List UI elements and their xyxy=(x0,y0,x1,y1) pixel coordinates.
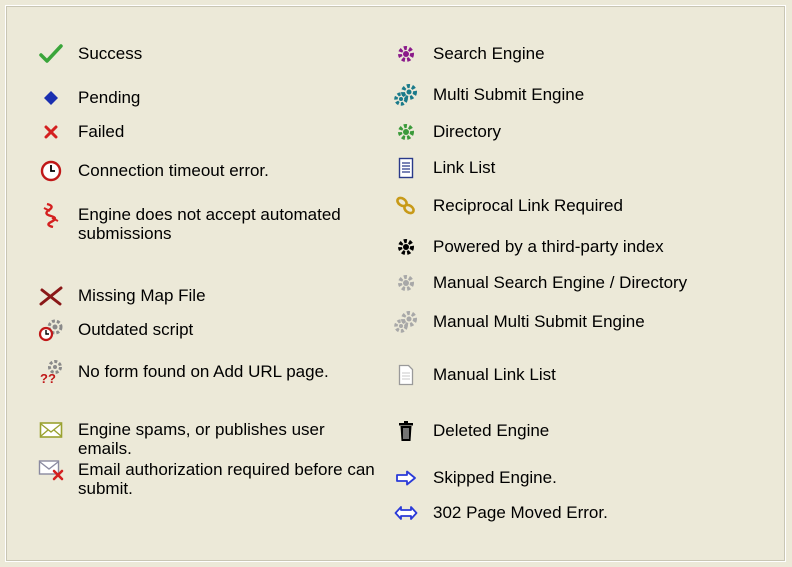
legend-label: Engine does not accept automated submiss… xyxy=(78,205,341,243)
legend-label: Missing Map File xyxy=(78,286,206,305)
legend-item-deleted: Deleted Engine xyxy=(391,419,763,443)
legend-item-spams: Engine spams, or publishes user emails. xyxy=(36,418,378,458)
legend-item-search-engine: Search Engine xyxy=(391,42,763,66)
chain-link-icon xyxy=(391,194,421,218)
trash-can-icon xyxy=(391,419,421,443)
clock-icon xyxy=(36,159,66,183)
envelope-x-icon xyxy=(36,458,66,482)
clock-gear-icon xyxy=(36,318,66,342)
legend-item-outdated: Outdated script xyxy=(36,318,378,342)
broken-chain-icon xyxy=(36,202,66,228)
legend-item-multi-submit: Multi Submit Engine xyxy=(391,83,763,107)
legend-label: Engine spams, or publishes user emails. xyxy=(78,420,325,458)
svg-text:??: ?? xyxy=(40,371,56,385)
legend-item-link-list: Link List xyxy=(391,156,763,180)
legend-label: Pending xyxy=(78,88,141,107)
legend-label: Connection timeout error. xyxy=(78,161,269,180)
legend-item-failed: Failed xyxy=(36,120,378,144)
legend-item-manual-multi: Manual Multi Submit Engine xyxy=(391,310,763,334)
legend-label: Skipped Engine. xyxy=(433,468,557,487)
legend-label: Manual Link List xyxy=(433,365,556,384)
legend-label: Multi Submit Engine xyxy=(433,85,585,104)
legend-label: No form found on Add URL page. xyxy=(78,362,329,381)
legend-item-missing-map: Missing Map File xyxy=(36,284,378,308)
legend-item-reciprocal: Reciprocal Link Required xyxy=(391,194,763,218)
legend-label: Manual Search Engine / Directory xyxy=(433,273,688,292)
checkmark-icon xyxy=(36,42,66,66)
red-x-icon xyxy=(36,120,66,144)
legend-label: Outdated script xyxy=(78,320,194,339)
legend-item-timeout: Connection timeout error. xyxy=(36,159,378,183)
right-arrow-icon xyxy=(391,466,421,490)
legend-label: Success xyxy=(78,44,143,63)
legend-item-pending: Pending xyxy=(36,86,378,110)
legend-item-skipped: Skipped Engine. xyxy=(391,466,763,490)
legend-label: Link List xyxy=(433,158,496,177)
blank-document-icon xyxy=(391,363,421,387)
legend-item-success: Success xyxy=(36,42,378,66)
legend-item-no-automated: Engine does not accept automated submiss… xyxy=(36,202,378,243)
legend-label: Email authorization required before can … xyxy=(78,460,375,498)
legend-label: 302 Page Moved Error. xyxy=(433,503,608,522)
legend-item-manual-link-list: Manual Link List xyxy=(391,363,763,387)
teal-gears-icon xyxy=(391,83,421,107)
legend-item-directory: Directory xyxy=(391,120,763,144)
crossed-sticks-icon xyxy=(36,284,66,308)
legend-label: Directory xyxy=(433,122,502,141)
legend-label: Powered by a third-party index xyxy=(433,237,664,256)
legend-label: Failed xyxy=(78,122,125,141)
legend-label: Deleted Engine xyxy=(433,421,550,440)
blue-diamond-icon xyxy=(36,86,66,110)
gear-question-icon: ?? xyxy=(36,360,66,385)
document-list-icon xyxy=(391,156,421,180)
envelope-icon xyxy=(36,418,66,442)
legend-item-third-party: Powered by a third-party index xyxy=(391,235,763,259)
legend-item-email-auth: Email authorization required before can … xyxy=(36,458,378,498)
purple-gear-icon xyxy=(391,42,421,66)
gray-gear-icon xyxy=(391,271,421,295)
gray-gears-icon xyxy=(391,310,421,334)
black-gear-icon xyxy=(391,235,421,259)
legend-label: Search Engine xyxy=(433,44,545,63)
double-arrow-icon xyxy=(391,501,421,525)
legend-panel: Success Pending Failed Connection timeou… xyxy=(5,5,786,562)
legend-label: Manual Multi Submit Engine xyxy=(433,312,645,331)
legend-item-manual-search: Manual Search Engine / Directory xyxy=(391,271,763,295)
legend-item-302: 302 Page Moved Error. xyxy=(391,501,763,525)
legend-item-no-form: ?? No form found on Add URL page. xyxy=(36,360,378,385)
green-gear-icon xyxy=(391,120,421,144)
legend-label: Reciprocal Link Required xyxy=(433,196,623,215)
